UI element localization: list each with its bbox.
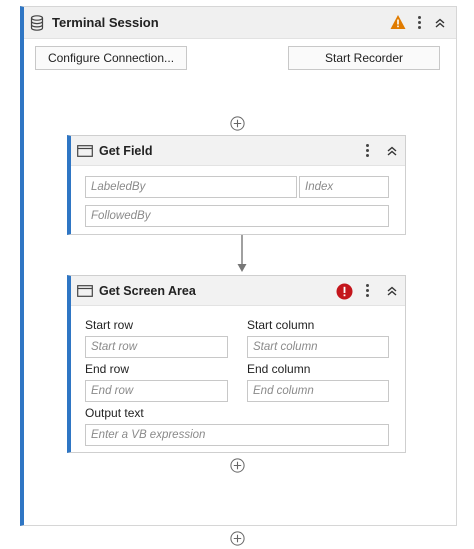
end-row-label: End row <box>85 362 130 376</box>
screen-icon <box>77 145 93 157</box>
output-text-field[interactable]: Enter a VB expression <box>85 424 389 446</box>
start-column-label: Start column <box>247 318 315 332</box>
terminal-session-header[interactable]: Terminal Session <box>24 7 456 39</box>
add-activity-icon[interactable] <box>230 458 245 473</box>
more-options-icon[interactable] <box>366 283 370 299</box>
error-icon[interactable] <box>336 283 353 300</box>
add-activity-icon[interactable] <box>230 531 245 546</box>
more-options-icon[interactable] <box>418 15 422 31</box>
collapse-icon[interactable] <box>434 17 446 29</box>
end-row-field[interactable]: End row <box>85 380 228 402</box>
labeled-by-field[interactable]: LabeledBy <box>85 176 297 198</box>
get-screen-area-header[interactable]: Get Screen Area <box>71 276 405 306</box>
collapse-icon[interactable] <box>386 145 398 157</box>
configure-connection-button[interactable]: Configure Connection... <box>35 46 187 70</box>
warning-icon[interactable] <box>390 14 406 30</box>
get-field-title: Get Field <box>99 144 153 158</box>
start-column-field[interactable]: Start column <box>247 336 389 358</box>
index-field[interactable]: Index <box>299 176 389 198</box>
collapse-icon[interactable] <box>386 285 398 297</box>
get-field-header[interactable]: Get Field <box>71 136 405 166</box>
output-text-label: Output text <box>85 406 144 420</box>
terminal-session-title: Terminal Session <box>52 15 159 30</box>
more-options-icon[interactable] <box>366 143 370 159</box>
followed-by-field[interactable]: FollowedBy <box>85 205 389 227</box>
arrow-down-icon <box>237 235 247 272</box>
start-recorder-button[interactable]: Start Recorder <box>288 46 440 70</box>
get-screen-area-title: Get Screen Area <box>99 284 196 298</box>
database-icon <box>30 15 44 31</box>
end-column-field[interactable]: End column <box>247 380 389 402</box>
start-row-label: Start row <box>85 318 134 332</box>
screen-icon <box>77 285 93 297</box>
start-row-field[interactable]: Start row <box>85 336 228 358</box>
add-activity-icon[interactable] <box>230 116 245 131</box>
end-column-label: End column <box>247 362 311 376</box>
